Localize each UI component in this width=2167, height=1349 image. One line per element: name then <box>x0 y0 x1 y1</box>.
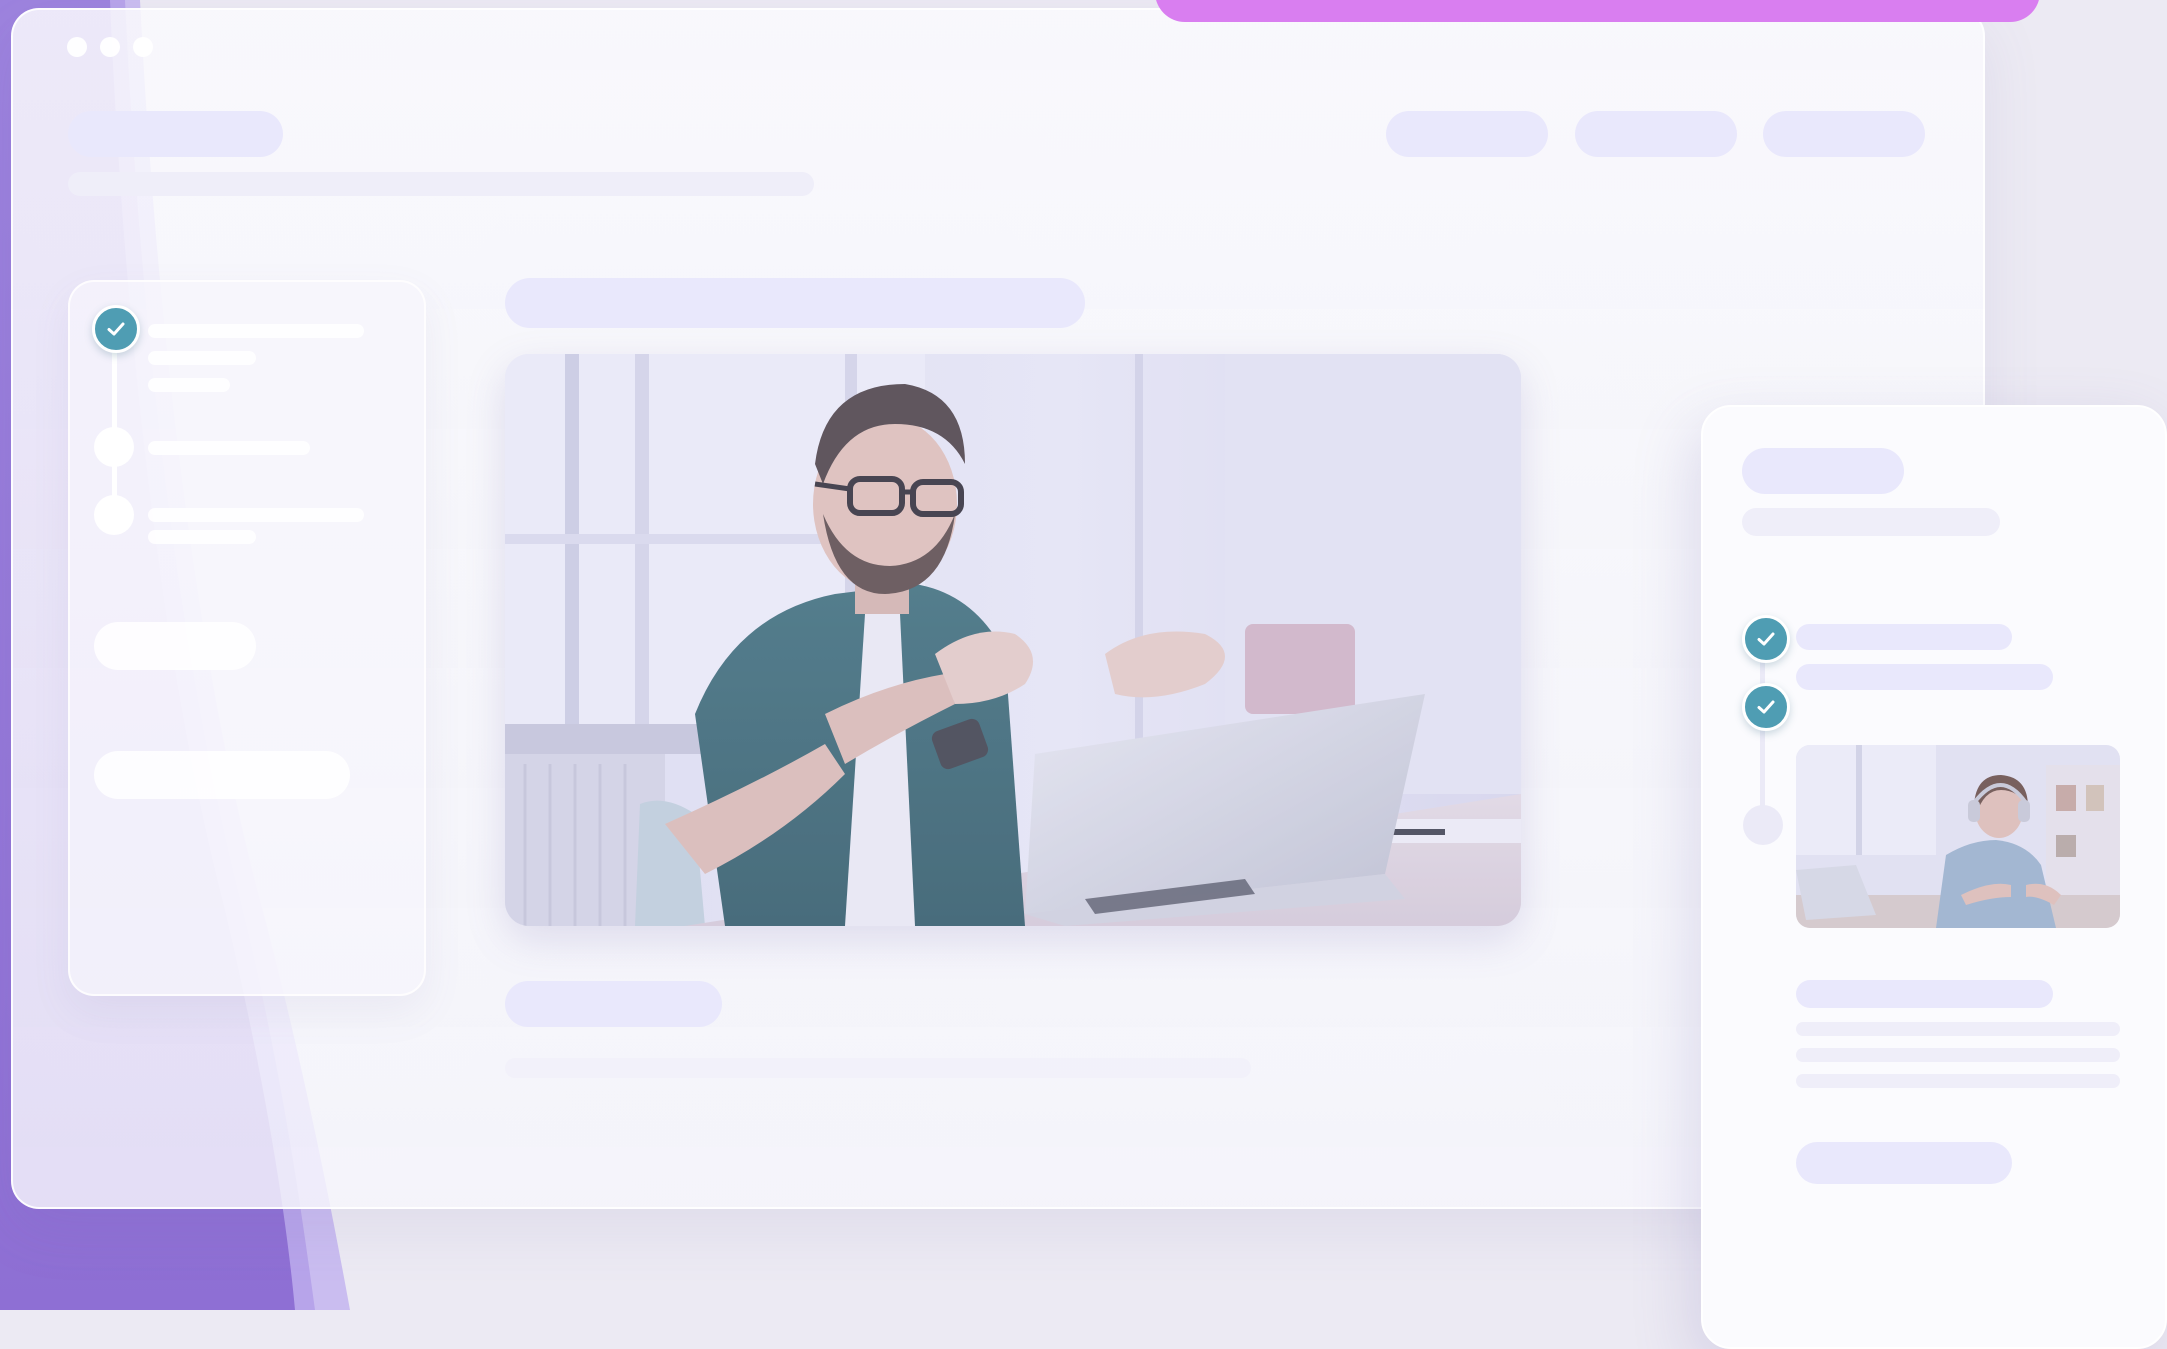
video-thumbnail-man-gesturing-at-laptop <box>505 354 1521 926</box>
panel-button[interactable] <box>94 622 256 670</box>
step-text-line <box>148 441 310 455</box>
page-title-placeholder <box>68 111 283 157</box>
window-dot[interactable] <box>67 37 87 57</box>
mobile-text-line <box>1796 1022 2120 1036</box>
window-dot[interactable] <box>133 37 153 57</box>
nav-button[interactable] <box>1575 111 1737 157</box>
mobile-step-pending[interactable] <box>1743 805 1783 845</box>
step-text-line <box>148 324 364 338</box>
steps-connector <box>112 330 117 515</box>
video-thumbnail-woman-with-headphones <box>1796 745 2120 928</box>
check-icon <box>1757 700 1775 714</box>
mobile-video-thumbnail[interactable] <box>1796 745 2120 928</box>
video-caption-placeholder <box>505 981 722 1027</box>
mobile-step-completed[interactable] <box>1742 615 1790 663</box>
step-text-line <box>148 530 256 544</box>
step-completed[interactable] <box>92 305 140 353</box>
page-subtitle-placeholder <box>68 172 814 196</box>
mobile-title-placeholder <box>1742 448 1904 494</box>
step-text-line <box>148 351 256 365</box>
mobile-step-completed[interactable] <box>1742 683 1790 731</box>
video-title-placeholder <box>505 278 1085 328</box>
mobile-subtitle-placeholder <box>1742 508 2000 536</box>
panel-wide-button[interactable] <box>94 751 350 799</box>
mobile-step-text-line <box>1796 624 2012 650</box>
check-icon <box>107 322 125 336</box>
step-text-line <box>148 378 230 392</box>
check-icon <box>1757 632 1775 646</box>
video-player[interactable] <box>505 354 1521 926</box>
mobile-text-line <box>1796 1074 2120 1088</box>
step-text-line <box>148 508 364 522</box>
step-pending[interactable] <box>94 427 134 467</box>
mobile-text-line <box>1796 980 2053 1008</box>
mobile-text-line <box>1796 1048 2120 1062</box>
step-pending[interactable] <box>94 495 134 535</box>
nav-button[interactable] <box>1386 111 1548 157</box>
mobile-action-button[interactable] <box>1796 1142 2012 1184</box>
top-accent-bar <box>1155 0 2040 22</box>
window-dot[interactable] <box>100 37 120 57</box>
video-description-placeholder <box>505 1058 1251 1078</box>
nav-button[interactable] <box>1763 111 1925 157</box>
mobile-step-text-line <box>1796 664 2053 690</box>
